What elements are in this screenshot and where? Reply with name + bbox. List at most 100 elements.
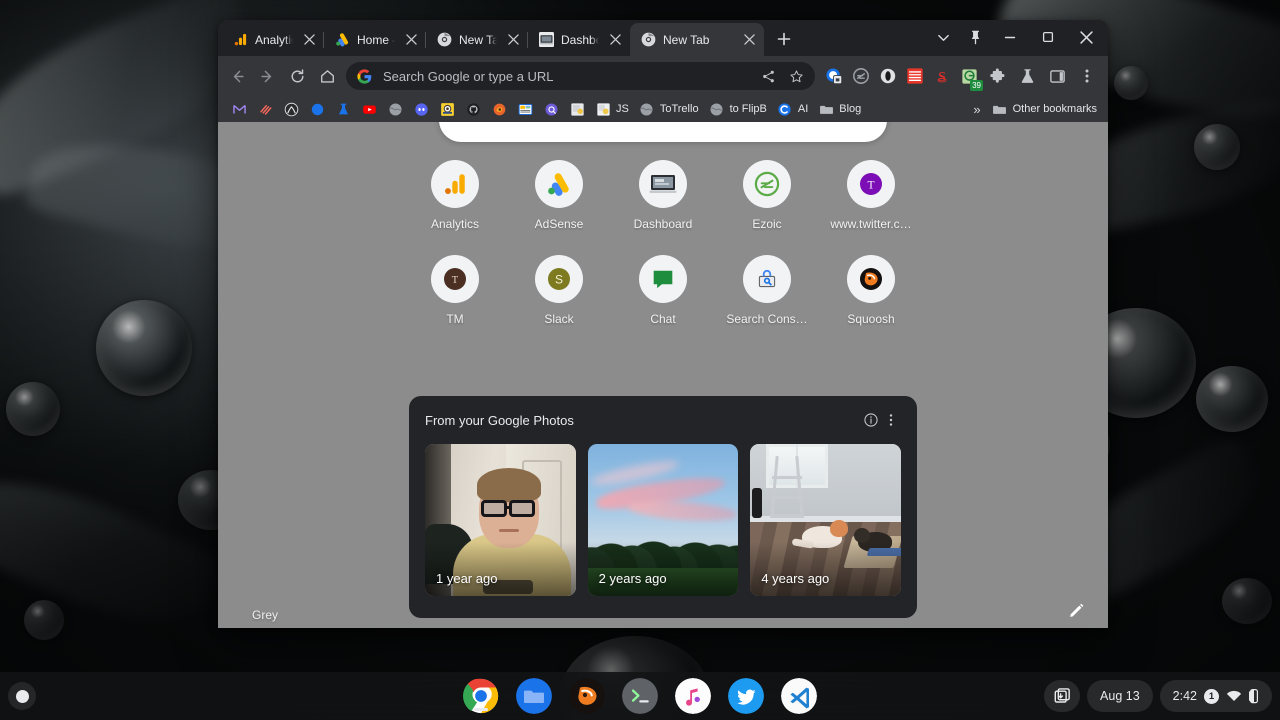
bookmark-item[interactable] (226, 99, 252, 119)
browser-tab[interactable]: New Tab (426, 23, 528, 56)
slack-lines-icon (257, 101, 273, 117)
bookmark-item[interactable] (356, 99, 382, 119)
bookmark-item-blog[interactable]: Blog (813, 99, 866, 119)
shortcut-twitter[interactable]: T www.twitter.c… (819, 160, 923, 231)
new-tab-button[interactable] (770, 25, 798, 53)
js-icon (595, 101, 611, 117)
shortcut-adsense[interactable]: AdSense (507, 160, 611, 231)
files-app-icon[interactable] (516, 678, 552, 714)
bookmark-item-ai[interactable]: AI (772, 99, 813, 119)
pin-window-icon[interactable] (960, 23, 990, 51)
clipboard-extension-icon[interactable] (902, 63, 928, 89)
tab-search-icon[interactable] (928, 23, 958, 51)
omnibox-actions (755, 63, 809, 89)
bookmark-item-totrello[interactable]: ToTrello (634, 99, 704, 119)
chrome-app-icon[interactable] (463, 678, 499, 714)
photos-module-title: From your Google Photos (425, 412, 574, 428)
photo-card[interactable]: 2 years ago (587, 444, 739, 596)
discord-icon (413, 101, 429, 117)
ntp-search-box[interactable] (439, 122, 887, 142)
google-g-icon (356, 68, 373, 85)
browser-tab[interactable]: Analytics (222, 23, 324, 56)
bookmark-item[interactable] (382, 99, 408, 119)
semrush-extension-icon[interactable]: S (929, 63, 955, 89)
browser-tab[interactable]: Home – Google (324, 23, 426, 56)
forward-icon[interactable] (252, 61, 282, 91)
shortcut-tm[interactable]: T TM (403, 255, 507, 326)
ntp-shortcuts-grid: Analytics AdSense Dashboard Ezoic T www.… (403, 160, 923, 326)
twitter-app-icon[interactable] (728, 678, 764, 714)
terminal-app-icon[interactable] (622, 678, 658, 714)
tab-close-button[interactable] (606, 31, 624, 49)
bookmark-item[interactable] (278, 99, 304, 119)
google-news-icon (517, 101, 533, 117)
shortcut-chat[interactable]: Chat (611, 255, 715, 326)
extensions-puzzle-icon[interactable] (982, 61, 1012, 91)
maximize-button[interactable] (1030, 23, 1066, 51)
more-options-icon[interactable] (881, 410, 901, 430)
lastpass-extension-icon[interactable] (821, 63, 847, 89)
bookmark-item-js[interactable]: JS (590, 99, 634, 119)
bookmark-star-icon[interactable] (783, 63, 809, 89)
browser-tab[interactable]: Dashboard ‹ A… (528, 23, 630, 56)
photo-card[interactable]: 4 years ago (750, 444, 902, 596)
omnibox-text[interactable]: Search Google or type a URL (383, 69, 755, 84)
bookmark-item-toflipb[interactable]: to FlipB (704, 99, 772, 119)
photo-card[interactable]: 1 year ago (425, 444, 576, 596)
bookmark-item[interactable] (434, 99, 460, 119)
shortcut-analytics[interactable]: Analytics (403, 160, 507, 231)
info-icon[interactable] (861, 410, 881, 430)
date-tray-button[interactable]: Aug 13 (1087, 680, 1153, 712)
wifi-icon (1226, 689, 1242, 703)
tab-close-button[interactable] (300, 31, 318, 49)
launcher-button[interactable] (8, 682, 36, 710)
omnibox[interactable]: Search Google or type a URL (346, 62, 815, 90)
home-icon[interactable] (312, 61, 342, 91)
bookmark-item[interactable] (538, 99, 564, 119)
shortcut-squoosh[interactable]: Squoosh (819, 255, 923, 326)
search-console-icon (743, 255, 791, 303)
reload-icon[interactable] (282, 61, 312, 91)
other-bookmarks-button[interactable]: Other bookmarks (987, 99, 1102, 119)
adblock-extension-icon[interactable] (875, 63, 901, 89)
bookmark-item[interactable] (408, 99, 434, 119)
bookmark-item[interactable] (460, 99, 486, 119)
bookmark-item[interactable] (564, 99, 590, 119)
bookmark-item[interactable] (512, 99, 538, 119)
bookmark-item[interactable] (304, 99, 330, 119)
shortcut-dashboard[interactable]: Dashboard (611, 160, 715, 231)
shortcut-ezoic[interactable]: Ezoic (715, 160, 819, 231)
back-icon[interactable] (222, 61, 252, 91)
ezoic-extension-icon[interactable] (848, 63, 874, 89)
chrome-labs-flask-icon[interactable] (1012, 61, 1042, 91)
screen-capture-button[interactable] (1044, 680, 1081, 712)
shortcut-search-console[interactable]: Search Cons… (715, 255, 819, 326)
status-tray-button[interactable]: 2:42 1 (1159, 680, 1272, 712)
other-bookmarks-label: Other bookmarks (1012, 103, 1097, 115)
tab-close-button[interactable] (402, 31, 420, 49)
close-window-button[interactable] (1068, 23, 1104, 51)
shortcut-slack[interactable]: S Slack (507, 255, 611, 326)
grammarly-extension-icon[interactable]: 39 (956, 63, 983, 91)
minimize-button[interactable] (992, 23, 1028, 51)
svg-text:T: T (867, 180, 874, 192)
customize-chrome-button[interactable] (1062, 596, 1090, 624)
flask-blue-icon (335, 101, 351, 117)
tab-close-button[interactable] (504, 31, 522, 49)
vscode-app-icon[interactable] (781, 678, 817, 714)
chromeos-shelf: Aug 13 2:42 1 (0, 672, 1280, 720)
browser-tab-active[interactable]: New Tab (630, 23, 764, 56)
bookmark-item[interactable] (252, 99, 278, 119)
photos-grid: 1 year ago 2 years ago 4 years ago (425, 444, 902, 596)
chrome-menu-icon[interactable] (1072, 61, 1102, 91)
side-panel-icon[interactable] (1042, 61, 1072, 91)
bookmarks-overflow-button[interactable]: » (967, 102, 986, 117)
bookmark-item[interactable] (486, 99, 512, 119)
share-icon[interactable] (755, 63, 781, 89)
globe-icon (387, 101, 403, 117)
folder-icon (818, 101, 834, 117)
tab-close-button[interactable] (740, 31, 758, 49)
music-app-icon[interactable] (675, 678, 711, 714)
squoosh-app-icon[interactable] (569, 678, 605, 714)
bookmark-item[interactable] (330, 99, 356, 119)
